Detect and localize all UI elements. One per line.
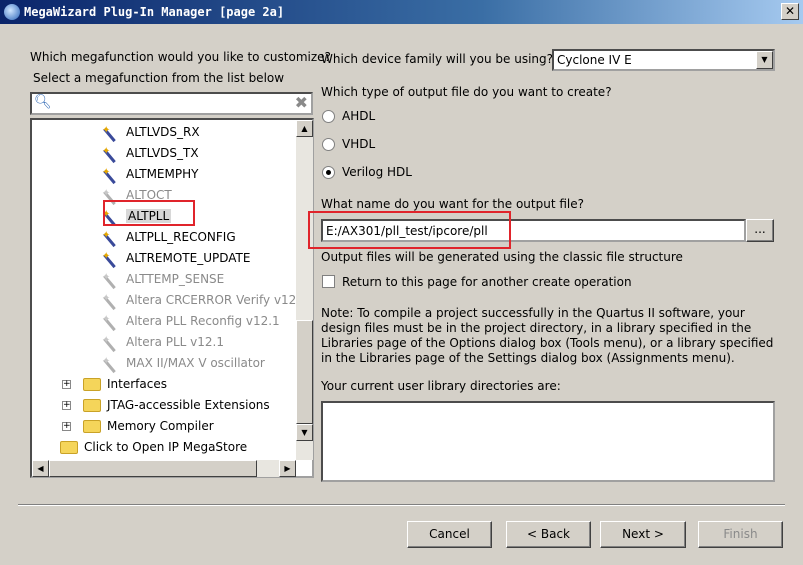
tree-item-label: Altera PLL Reconfig v12.1 xyxy=(126,314,280,328)
wand-icon xyxy=(102,121,120,141)
wand-icon xyxy=(102,247,120,267)
tree-item[interactable]: ALTLVDS_RX xyxy=(102,121,200,142)
tree-item[interactable]: ALTMEMPHY xyxy=(102,163,199,184)
tree-item-label: ALTPLL_RECONFIG xyxy=(126,230,236,244)
search-icon: 🔍︎ xyxy=(34,94,52,110)
output-type-radio[interactable] xyxy=(322,110,335,123)
megafunction-question: Which megafunction would you like to cus… xyxy=(30,50,331,64)
output-file-highlight xyxy=(308,211,511,249)
device-family-select[interactable]: Cyclone IV E ▼ xyxy=(552,49,775,71)
expand-icon[interactable]: + xyxy=(62,422,71,431)
wand-icon xyxy=(102,310,120,330)
tree-folder-label: Interfaces xyxy=(107,377,167,391)
wand-icon xyxy=(102,226,120,246)
title-bar: MegaWizard Plug-In Manager [page 2a] xyxy=(0,0,803,24)
tree-item-label: ALTMEMPHY xyxy=(126,167,199,181)
close-button[interactable]: ✕ xyxy=(781,3,799,20)
tree-item[interactable]: ALTPLL_RECONFIG xyxy=(102,226,236,247)
megastore-label: Click to Open IP MegaStore xyxy=(84,440,248,454)
scroll-left-button[interactable]: ◀ xyxy=(32,460,49,477)
chevron-down-icon[interactable]: ▼ xyxy=(756,51,773,69)
output-name-label: What name do you want for the output fil… xyxy=(321,197,584,211)
vertical-scrollbar[interactable]: ▲ ▼ xyxy=(296,120,313,460)
search-input[interactable]: 🔍︎ ✖ xyxy=(30,92,313,115)
device-family-value: Cyclone IV E xyxy=(557,53,632,67)
select-instruction: Select a megafunction from the list belo… xyxy=(33,71,285,85)
return-checkbox[interactable] xyxy=(322,275,335,288)
next-button[interactable]: Next > xyxy=(600,521,686,548)
megafunction-tree: ALTLVDS_RXALTLVDS_TXALTMEMPHYALTOCTALTPL… xyxy=(30,118,314,478)
folder-icon xyxy=(83,378,101,391)
tree-item[interactable]: ALTTEMP_SENSE xyxy=(102,268,225,289)
library-list[interactable] xyxy=(321,401,775,482)
tree-item-label: ALTREMOTE_UPDATE xyxy=(126,251,251,265)
tree-item[interactable]: MAX II/MAX V oscillator xyxy=(102,352,265,373)
output-type-radio[interactable] xyxy=(322,138,335,151)
altpll-highlight xyxy=(103,200,195,226)
wand-icon xyxy=(102,163,120,183)
tree-item-label: ALTLVDS_RX xyxy=(126,125,200,139)
wand-icon xyxy=(102,142,120,162)
back-button[interactable]: < Back xyxy=(506,521,591,548)
tree-folder[interactable]: + Memory Compiler xyxy=(62,416,214,436)
wand-icon xyxy=(102,268,120,288)
tree-folder-label: JTAG-accessible Extensions xyxy=(107,398,270,412)
wand-icon xyxy=(102,331,120,351)
tree-item[interactable]: Altera CRCERROR Verify v12.1 xyxy=(102,289,308,310)
window-title: MegaWizard Plug-In Manager [page 2a] xyxy=(24,5,285,19)
scroll-down-button[interactable]: ▼ xyxy=(296,424,313,441)
tree-item-label: ALTTEMP_SENSE xyxy=(126,272,225,286)
expand-icon[interactable]: + xyxy=(62,401,71,410)
folder-icon xyxy=(83,399,101,412)
tree-item-label: MAX II/MAX V oscillator xyxy=(126,356,265,370)
structure-note: Output files will be generated using the… xyxy=(321,250,683,264)
scroll-thumb[interactable] xyxy=(296,320,313,424)
tree-item[interactable]: Altera PLL Reconfig v12.1 xyxy=(102,310,280,331)
wand-icon xyxy=(102,289,120,309)
folder-icon xyxy=(83,420,101,433)
note-text: Note: To compile a project successfully … xyxy=(321,306,774,365)
folder-icon xyxy=(60,441,78,454)
tree-item[interactable]: ALTLVDS_TX xyxy=(102,142,199,163)
separator xyxy=(18,504,785,506)
tree-item-label: Altera PLL v12.1 xyxy=(126,335,224,349)
cancel-button[interactable]: Cancel xyxy=(407,521,492,548)
output-type-radio[interactable] xyxy=(322,166,335,179)
tree-folder-label: Memory Compiler xyxy=(107,419,214,433)
app-icon xyxy=(4,4,20,20)
library-label: Your current user library directories ar… xyxy=(321,379,561,393)
return-checkbox-label: Return to this page for another create o… xyxy=(342,275,632,289)
hscroll-thumb[interactable] xyxy=(49,460,257,477)
clear-search-icon[interactable]: ✖ xyxy=(295,93,308,112)
output-type-label: VHDL xyxy=(342,137,376,151)
megastore-link[interactable]: Click to Open IP MegaStore xyxy=(60,437,247,457)
browse-button[interactable]: ... xyxy=(746,219,774,242)
horizontal-scrollbar[interactable]: ◀ ▶ xyxy=(32,460,296,477)
wand-icon xyxy=(102,352,120,372)
tree-folder[interactable]: + JTAG-accessible Extensions xyxy=(62,395,270,415)
tree-folder[interactable]: + Interfaces xyxy=(62,374,167,394)
tree-item-label: ALTLVDS_TX xyxy=(126,146,199,160)
output-type-label: Which type of output file do you want to… xyxy=(321,85,612,99)
scroll-up-button[interactable]: ▲ xyxy=(296,120,313,137)
output-type-label: AHDL xyxy=(342,109,376,123)
device-family-label: Which device family will you be using? xyxy=(321,52,553,66)
output-type-label: Verilog HDL xyxy=(342,165,412,179)
finish-button[interactable]: Finish xyxy=(698,521,783,548)
tree-item[interactable]: Altera PLL v12.1 xyxy=(102,331,224,352)
expand-icon[interactable]: + xyxy=(62,380,71,389)
tree-item-label: Altera CRCERROR Verify v12.1 xyxy=(126,293,308,307)
tree-item[interactable]: ALTREMOTE_UPDATE xyxy=(102,247,251,268)
scroll-right-button[interactable]: ▶ xyxy=(279,460,296,477)
